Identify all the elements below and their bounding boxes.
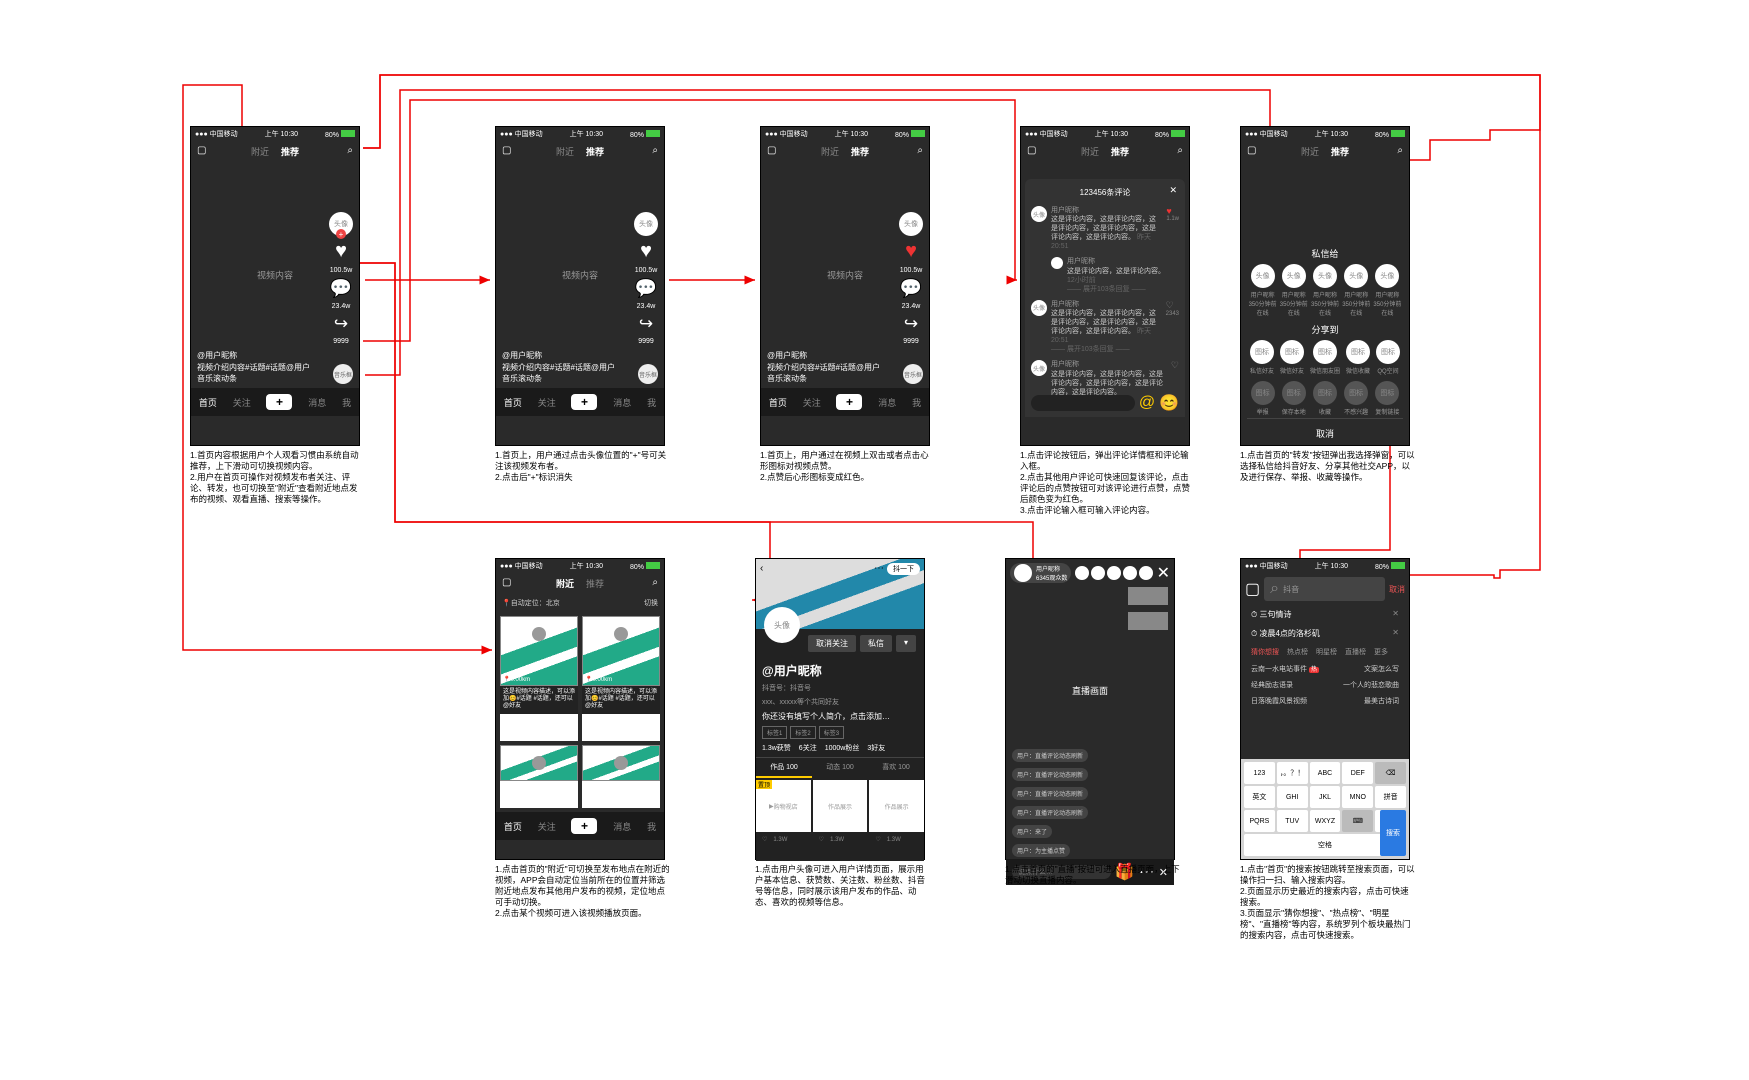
cancel-button[interactable]: 取消 [1389,584,1405,595]
history-item[interactable]: ⏱ 三句情诗✕ [1241,605,1409,624]
work-item[interactable]: 置顶▶ 购物视店 [756,780,811,832]
work-item[interactable]: 作品展示 [813,780,868,832]
comment-icon[interactable]: 💬 [330,278,352,299]
screen-home-default: ●●● 中国移动上午 10:3080% ▢ 附近 推荐 ⌕ 视频内容 头像+ ♥… [190,126,360,446]
caption-5: 1.点击首页的"转发"按钮弹出我选择弹窗，可以选择私信给抖音好友、分享其他社交A… [1240,450,1415,483]
key-search[interactable]: 搜索 [1380,810,1406,856]
caption-6: 1.点击首页的"附近"可切换至发布地点在附近的视频，APP会自动定位当前所在的位… [495,864,670,919]
streamer-avatar[interactable] [1014,564,1032,582]
caption-4: 1.点击评论按钮后，弹出评论详情框和评论输入框。 2.点击其他用户评论可快速回复… [1020,450,1195,516]
author-name[interactable]: @用户昵称 [197,350,310,361]
music-disc[interactable]: 音乐框 [333,364,353,384]
keyboard: 123 ，。？！ ABC DEF ⌫ 英文 GHI JKL MNO 搜索 拼音 … [1241,759,1409,859]
tab-nearby[interactable]: 附近 [251,145,269,158]
profile-avatar[interactable]: 头像 [764,607,800,643]
nav-me[interactable]: 我 [342,396,351,409]
search-category-tabs: 猜你想搜 热点榜 明星榜 直播榜 更多 [1241,643,1409,661]
comments-count: 123456条评论 [1031,185,1179,200]
nearby-card[interactable]: 📍0.00km这是视频内容描述，可以添加😊#话题 #话题，还可以@好友 [582,616,660,741]
scan-icon[interactable]: ▢ [1245,579,1260,599]
live-icon[interactable]: ▢ [197,145,206,156]
live-header: 用户昵称6345观众数 ✕ [1006,559,1174,587]
keyboard-icon[interactable]: ⌨ [1342,810,1373,832]
caption-1: 1.首页内容根据用户个人观看习惯由系统自动推荐，上下滑动可切换视频内容。 2.用… [190,450,365,505]
close-icon[interactable]: ✕ [1169,185,1177,196]
history-item[interactable]: ⏱ 凌晨4点的洛杉矶✕ [1241,624,1409,643]
live-viewport[interactable]: 直播画面 [1006,635,1174,745]
nav-home[interactable]: 首页 [199,396,217,409]
screen-nearby: ●●● 中国移动上午 10:3080% ▢附近推荐⌕ 📍自动定位：北京切换 📍0… [495,558,665,860]
bottom-nav: 首页 关注 + 消息 我 [191,388,359,416]
key[interactable]: 123 [1244,762,1275,784]
like-icon[interactable]: ♥ [335,240,347,263]
author-avatar[interactable]: 头像 [634,212,658,236]
delete-icon[interactable]: ✕ [1392,628,1399,639]
comment-icon[interactable]: 💬 [635,278,657,299]
nearby-grid: 📍0.00km这是视频内容描述，可以添加😊#话题 #话题，还可以@好友 📍0.0… [496,612,664,812]
like-icon-active[interactable]: ♥ [905,240,917,263]
status-bar: ●●● 中国移动上午 10:3080% [191,127,359,141]
side-actions: 头像+ ♥100.5w 💬23.4w ↪9999 [329,212,353,345]
video-content-label: 视频内容 [257,269,293,282]
comment-like-icon[interactable]: ♥ [1166,206,1179,216]
top-tabs: ▢ 附近 推荐 ⌕ [191,141,359,162]
comment-input[interactable] [1031,395,1135,411]
caption-3: 1.首页上，用户通过在视频上双击或者点击心形图标对视频点赞。 2.点赞后心形图标… [760,450,935,483]
follow-button[interactable]: 取消关注 [808,635,856,652]
share-icon[interactable]: ↪ [639,314,653,334]
screen-search: ●●● 中国移动上午 10:3080% ▢ ⌕抖音 取消 ⏱ 三句情诗✕ ⏱ 凌… [1240,558,1410,860]
expand-button[interactable]: ▾ [896,635,916,652]
caption-9: 1.点击"首页"的搜索按钮跳转至搜索页面，可以操作扫一扫、输入搜索内容。 2.页… [1240,864,1415,941]
screen-live: 用户昵称6345观众数 ✕ 直播画面 用户：直播评论动态刷新 用户：直播评论动态… [1005,558,1175,860]
work-item[interactable]: 作品展示 [869,780,924,832]
nearby-card[interactable] [500,745,578,808]
nav-create[interactable]: + [266,394,292,410]
nearby-card[interactable] [582,745,660,808]
nav-messages[interactable]: 消息 [308,396,326,409]
tab-works[interactable]: 作品 100 [756,758,812,778]
share-icon[interactable]: ↪ [334,314,348,334]
author-avatar[interactable]: 头像+ [329,212,353,236]
screen-home-followed: ●●● 中国移动上午 10:3080% ▢附近推荐⌕ 视频内容 头像 ♥100.… [495,126,665,446]
share-friends-row: 头像用户昵称350分钟前在线 头像用户昵称350分钟前在线 头像用户昵称350分… [1247,262,1403,319]
like-icon[interactable]: ♥ [640,240,652,263]
cancel-button[interactable]: 取消 [1247,418,1403,448]
delete-icon[interactable]: ✕ [1392,609,1399,620]
video-meta: @用户昵称 视频介绍内容#话题#话题@用户 音乐滚动条 [197,350,310,384]
video-viewport[interactable]: 视频内容 头像+ ♥100.5w 💬23.4w ↪9999 @用户昵称 视频介绍… [191,162,359,388]
screen-profile: ‹ ⋯ 抖一下 头像 取消关注私信▾ @用户昵称 抖音号：抖音号 xxx、xxx… [755,558,925,860]
comments-modal: 123456条评论 ✕ 头像 用户昵称这是评论内容，这是评论内容，这是评论内容，… [1025,179,1185,417]
tab-activity[interactable]: 动态 100 [812,758,868,778]
nav-follow[interactable]: 关注 [233,396,251,409]
screen-share: ●●● 中国移动上午 10:3080% ▢附近推荐⌕ 私信给 头像用户昵称350… [1240,126,1410,446]
search-icon[interactable]: ⌕ [347,145,353,156]
follow-plus-icon[interactable]: + [336,229,346,239]
message-button[interactable]: 私信 [860,635,892,652]
share-sheet: 私信给 头像用户昵称350分钟前在线 头像用户昵称350分钟前在线 头像用户昵称… [1241,237,1409,445]
caption-7: 1.点击用户头像可进入用户详情页面，展示用户基本信息、获赞数、关注数、粉丝数、抖… [755,864,930,908]
shake-button[interactable]: 抖一下 [887,563,920,575]
at-icon[interactable]: @ [1139,394,1155,412]
search-input[interactable]: ⌕抖音 [1264,577,1385,601]
emoji-icon[interactable]: 😊 [1159,393,1179,413]
tab-recommend[interactable]: 推荐 [281,145,299,158]
close-icon[interactable]: ✕ [1157,563,1170,583]
screen-home-liked: ●●● 中国移动上午 10:3080% ▢附近推荐⌕ 视频内容 头像 ♥100.… [760,126,930,446]
tab-likes[interactable]: 喜欢 100 [868,758,924,778]
screen-comments: ●●● 中国移动上午 10:3080% ▢附近推荐⌕ 123456条评论 ✕ 头… [1020,126,1190,446]
comment-item[interactable]: 头像 用户昵称这是评论内容，这是评论内容，这是评论内容，这是评论内容，这是评论内… [1031,206,1179,251]
caption-8: 1.点击首页的"直播"按钮可进入直播页面，上下滑动切换直播内容。 [1005,864,1180,886]
nearby-card[interactable]: 📍0.00km这是视频内容描述，可以添加😊#话题 #话题，还可以@好友 [500,616,578,741]
live-chat: 用户：直播评论动态刷新 用户：直播评论动态刷新 用户：直播评论动态刷新 用户：直… [1006,745,1174,859]
location-row[interactable]: 📍自动定位：北京切换 [496,594,664,612]
caption-2: 1.首页上，用户通过点击头像位置的"+"号可关注该视频发布者。 2.点击后"+"… [495,450,670,483]
